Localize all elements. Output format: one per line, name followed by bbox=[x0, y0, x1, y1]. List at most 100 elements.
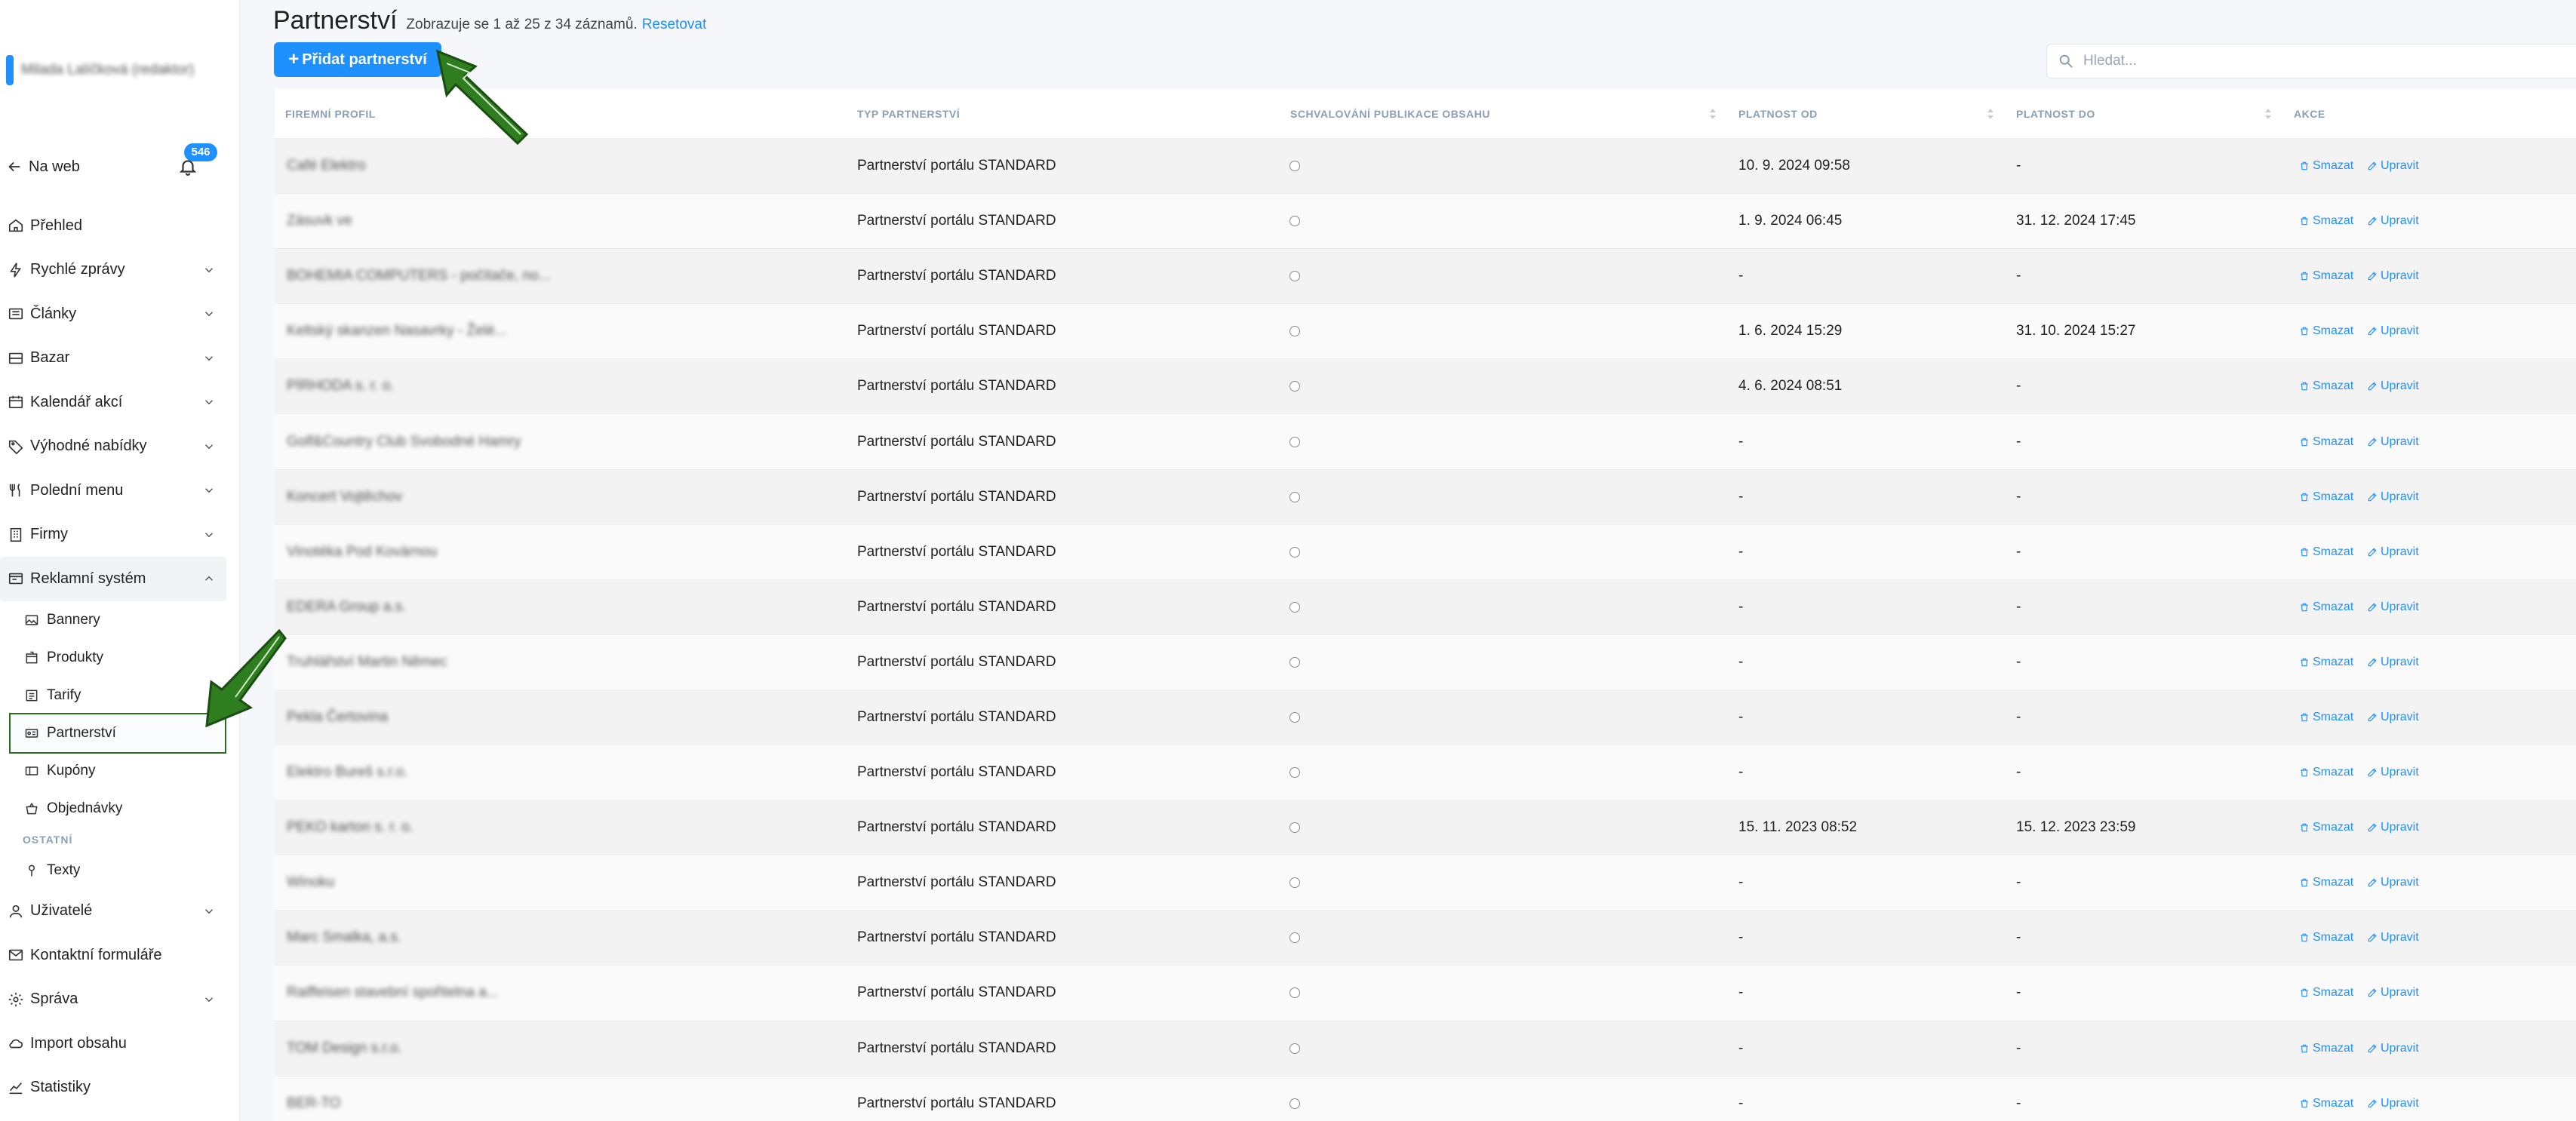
edit-button[interactable]: Upravit bbox=[2367, 490, 2419, 504]
company-profile-cell[interactable]: Winoku bbox=[287, 874, 334, 891]
approval-radio[interactable] bbox=[1290, 1098, 1300, 1109]
sidebar-item-import-obsahu[interactable]: Import obsahu bbox=[0, 1021, 226, 1066]
company-profile-cell[interactable]: Marc Smalka, a.s. bbox=[287, 929, 401, 946]
approval-radio[interactable] bbox=[1290, 601, 1300, 613]
column-header-approval[interactable]: SCHVALOVÁNÍ PUBLIKACE OBSAHU bbox=[1290, 108, 1490, 120]
edit-button[interactable]: Upravit bbox=[2367, 1042, 2419, 1055]
sidebar-item-reklamni-system[interactable]: Reklamní systém bbox=[0, 557, 226, 601]
delete-button[interactable]: Smazat bbox=[2299, 766, 2353, 779]
delete-button[interactable]: Smazat bbox=[2299, 931, 2353, 944]
sidebar-item-uzivatele[interactable]: Uživatelé bbox=[0, 889, 226, 934]
edit-button[interactable]: Upravit bbox=[2367, 435, 2419, 449]
sidebar-subitem-bannery[interactable]: Bannery bbox=[0, 601, 226, 639]
delete-button[interactable]: Smazat bbox=[2299, 1042, 2353, 1055]
delete-button[interactable]: Smazat bbox=[2299, 711, 2353, 724]
sidebar-item-kalendar-akci[interactable]: Kalendář akcí bbox=[0, 380, 226, 425]
approval-radio[interactable] bbox=[1290, 877, 1300, 889]
edit-button[interactable]: Upravit bbox=[2367, 656, 2419, 669]
approval-radio[interactable] bbox=[1290, 381, 1300, 392]
company-profile-cell[interactable]: Golf&Country Club Svobodné Hamry bbox=[287, 434, 521, 450]
reset-link[interactable]: Resetovat bbox=[642, 17, 707, 33]
approval-radio[interactable] bbox=[1290, 822, 1300, 834]
column-header-profile[interactable]: FIREMNÍ PROFIL bbox=[285, 108, 376, 120]
sort-icon[interactable] bbox=[1708, 107, 1717, 121]
delete-button[interactable]: Smazat bbox=[2299, 490, 2353, 504]
approval-radio[interactable] bbox=[1290, 546, 1300, 557]
sidebar-item-sprava[interactable]: Správa bbox=[0, 978, 226, 1022]
sort-icon[interactable] bbox=[2264, 107, 2273, 121]
company-profile-cell[interactable]: PEKO karton s. r. o. bbox=[287, 819, 413, 836]
edit-button[interactable]: Upravit bbox=[2367, 766, 2419, 779]
edit-button[interactable]: Upravit bbox=[2367, 159, 2419, 173]
delete-button[interactable]: Smazat bbox=[2299, 545, 2353, 559]
edit-button[interactable]: Upravit bbox=[2367, 545, 2419, 559]
column-header-type[interactable]: TYP PARTNERSTVÍ bbox=[857, 108, 960, 120]
sidebar-item-vyhodne-nabidky[interactable]: Výhodné nabídky bbox=[0, 425, 226, 469]
edit-button[interactable]: Upravit bbox=[2367, 324, 2419, 338]
edit-button[interactable]: Upravit bbox=[2367, 986, 2419, 1000]
sidebar-item-statistiky[interactable]: Statistiky bbox=[0, 1066, 226, 1110]
approval-radio[interactable] bbox=[1290, 491, 1300, 502]
sidebar-item-poledni-menu[interactable]: Polední menu bbox=[0, 468, 226, 513]
sidebar-item-prehled[interactable]: Přehled bbox=[0, 204, 226, 248]
edit-button[interactable]: Upravit bbox=[2367, 711, 2419, 724]
delete-button[interactable]: Smazat bbox=[2299, 269, 2353, 283]
approval-radio[interactable] bbox=[1290, 216, 1300, 227]
sidebar-item-rychle-zpravy[interactable]: Rychlé zprávy bbox=[0, 248, 226, 293]
sidebar-subitem-texty[interactable]: Texty bbox=[0, 852, 226, 889]
company-profile-cell[interactable]: TOM Design s.r.o. bbox=[287, 1040, 402, 1057]
delete-button[interactable]: Smazat bbox=[2299, 986, 2353, 1000]
sidebar-subitem-kupony[interactable]: Kupóny bbox=[0, 752, 226, 790]
sidebar-subitem-partnerstvi[interactable]: Partnerství bbox=[9, 712, 226, 754]
column-header-valid-from[interactable]: PLATNOST OD bbox=[1738, 108, 1818, 120]
approval-radio[interactable] bbox=[1290, 767, 1300, 779]
approval-radio[interactable] bbox=[1290, 711, 1300, 723]
sort-icon[interactable] bbox=[1986, 107, 1995, 121]
delete-button[interactable]: Smazat bbox=[2299, 379, 2353, 393]
user-switcher[interactable]: Milada Lalíčková (redaktor) bbox=[6, 53, 217, 88]
approval-radio[interactable] bbox=[1290, 656, 1300, 668]
edit-button[interactable]: Upravit bbox=[2367, 876, 2419, 889]
company-profile-cell[interactable]: Raiffeisen stavební spořitelna a... bbox=[287, 984, 499, 1001]
search-input[interactable] bbox=[2083, 53, 2536, 69]
approval-radio[interactable] bbox=[1290, 161, 1300, 172]
delete-button[interactable]: Smazat bbox=[2299, 214, 2353, 228]
approval-radio[interactable] bbox=[1290, 326, 1300, 337]
sidebar-subitem-tarify[interactable]: Tarify bbox=[0, 677, 226, 714]
company-profile-cell[interactable]: Elektro Bureš s.r.o. bbox=[287, 764, 408, 781]
approval-radio[interactable] bbox=[1290, 436, 1300, 447]
delete-button[interactable]: Smazat bbox=[2299, 656, 2353, 669]
company-profile-cell[interactable]: Zásuvk ve bbox=[287, 213, 352, 229]
company-profile-cell[interactable]: Koncert Vojtěchov bbox=[287, 489, 402, 505]
sidebar-item-firmy[interactable]: Firmy bbox=[0, 513, 226, 557]
company-profile-cell[interactable]: BOHEMIA COMPUTERS - počítače, no... bbox=[287, 268, 551, 284]
company-profile-cell[interactable]: Truhlářství Martin Němec bbox=[287, 654, 447, 671]
edit-button[interactable]: Upravit bbox=[2367, 214, 2419, 228]
column-header-valid-to[interactable]: PLATNOST DO bbox=[2016, 108, 2095, 120]
sidebar-subitem-objednavky[interactable]: Objednávky bbox=[0, 790, 226, 828]
sidebar-item-bazar[interactable]: Bazar bbox=[0, 336, 226, 381]
sidebar-item-clanky[interactable]: Články bbox=[0, 292, 226, 336]
company-profile-cell[interactable]: EDERA Group a.s. bbox=[287, 599, 406, 616]
company-profile-cell[interactable]: BER-TO bbox=[287, 1095, 340, 1112]
add-partnership-button[interactable]: + Přidat partnerství bbox=[274, 42, 441, 77]
edit-button[interactable]: Upravit bbox=[2367, 931, 2419, 944]
delete-button[interactable]: Smazat bbox=[2299, 600, 2353, 614]
sidebar-item-kontaktni-formulare[interactable]: Kontaktní formuláře bbox=[0, 933, 226, 978]
delete-button[interactable]: Smazat bbox=[2299, 821, 2353, 834]
delete-button[interactable]: Smazat bbox=[2299, 1097, 2353, 1110]
company-profile-cell[interactable]: Café Elektro bbox=[287, 158, 366, 174]
delete-button[interactable]: Smazat bbox=[2299, 435, 2353, 449]
company-profile-cell[interactable]: PÍRHODA s. r. o. bbox=[287, 378, 395, 395]
approval-radio[interactable] bbox=[1290, 1043, 1300, 1054]
company-profile-cell[interactable]: Keltský skanzen Nasavrky - Želé... bbox=[287, 323, 506, 339]
delete-button[interactable]: Smazat bbox=[2299, 876, 2353, 889]
delete-button[interactable]: Smazat bbox=[2299, 159, 2353, 173]
edit-button[interactable]: Upravit bbox=[2367, 1097, 2419, 1110]
delete-button[interactable]: Smazat bbox=[2299, 324, 2353, 338]
company-profile-cell[interactable]: Pekla Čertovina bbox=[287, 709, 388, 726]
company-profile-cell[interactable]: Vinotéka Pod Kovárnou bbox=[287, 544, 437, 560]
approval-radio[interactable] bbox=[1290, 987, 1300, 999]
approval-radio[interactable] bbox=[1290, 932, 1300, 944]
edit-button[interactable]: Upravit bbox=[2367, 269, 2419, 283]
